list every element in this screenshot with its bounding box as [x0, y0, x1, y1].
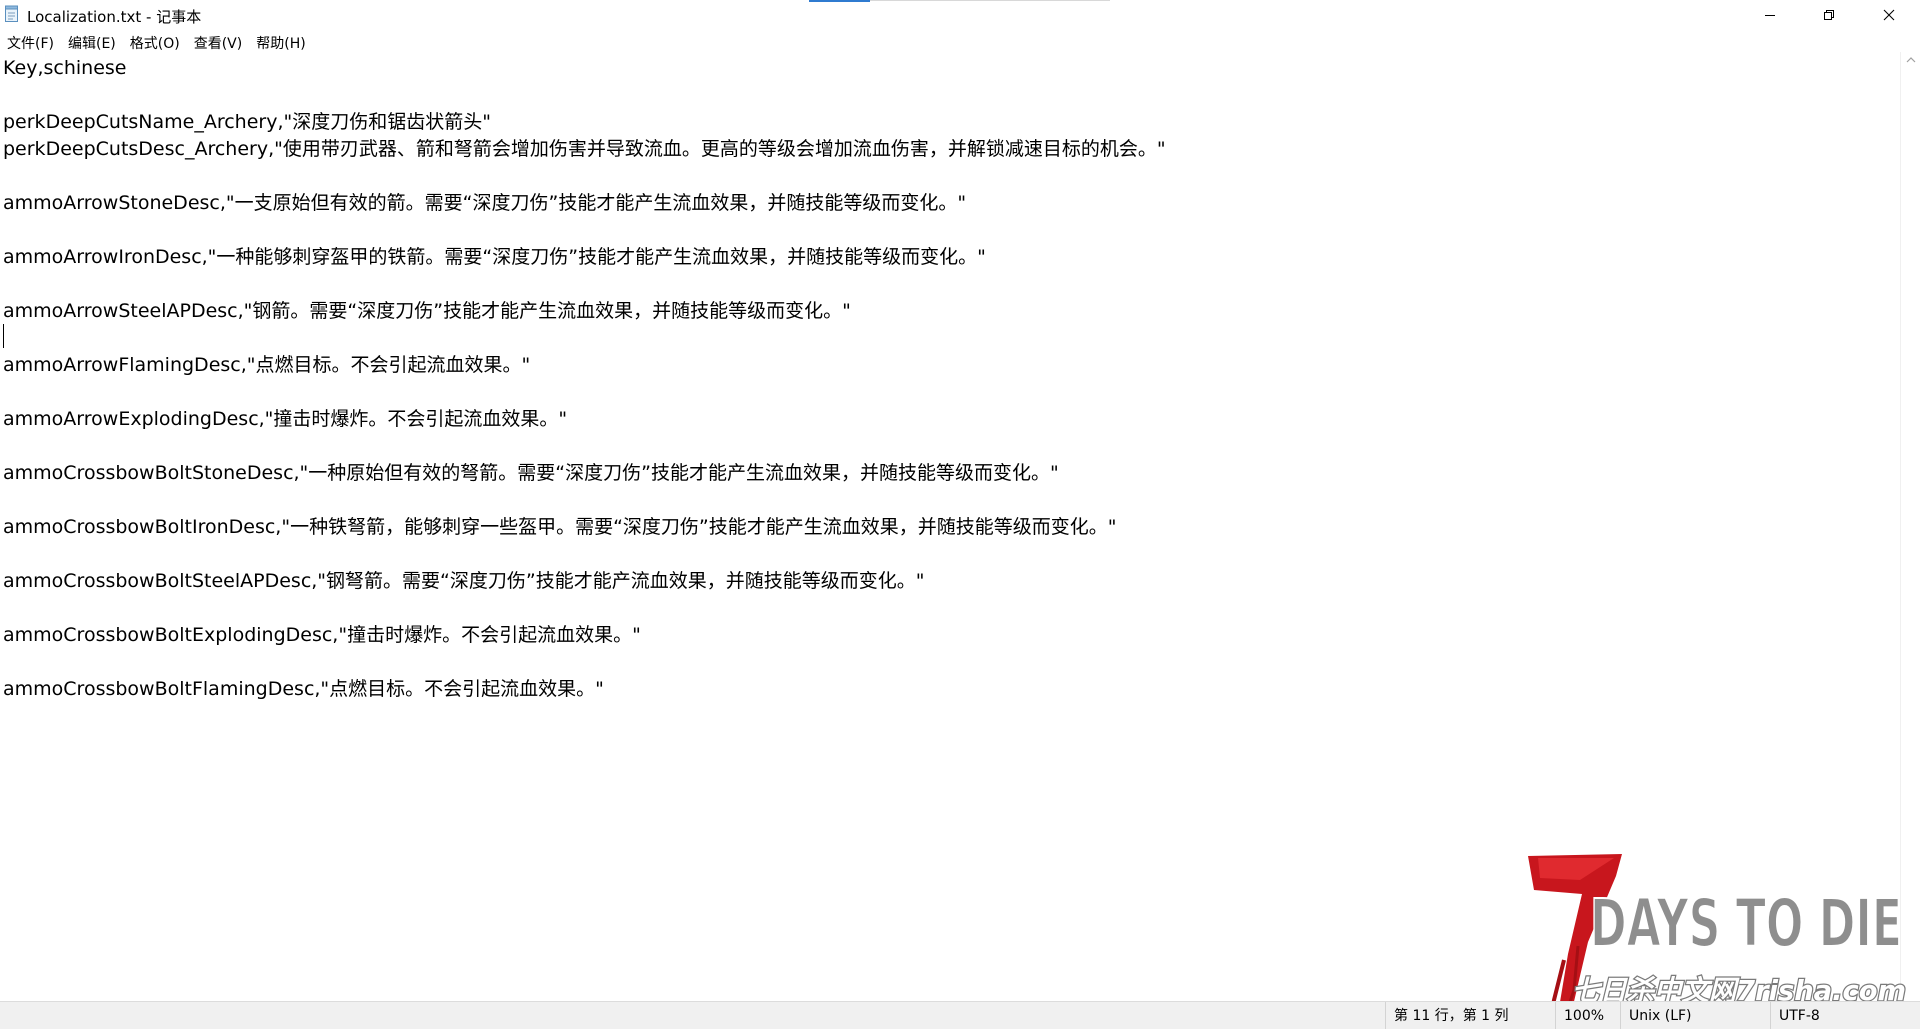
menu-bar: 文件(F) 编辑(E) 格式(O) 查看(V) 帮助(H): [0, 30, 1920, 52]
text-line: ammoCrossbowBoltExplodingDesc,"撞击时爆炸。不会引…: [3, 624, 641, 646]
text-line: ammoArrowSteelAPDesc,"钢箭。需要“深度刀伤”技能才能产生流…: [3, 300, 851, 322]
text-line: perkDeepCutsName_Archery,"深度刀伤和锯齿状箭头": [3, 111, 491, 133]
minimize-button[interactable]: [1741, 0, 1799, 30]
text-line: [3, 433, 1166, 460]
text-line: ammoArrowExplodingDesc,"撞击时爆炸。不会引起流血效果。": [3, 408, 568, 430]
minimize-icon: [1765, 15, 1775, 16]
file-encoding: UTF-8: [1770, 1002, 1920, 1029]
text-line: [3, 487, 1166, 514]
notepad-icon: [5, 5, 18, 22]
text-line: ammoCrossbowBoltStoneDesc,"一种原始但有效的弩箭。需要…: [3, 462, 1059, 484]
title-accent-bar: [809, 0, 870, 2]
text-line: Key,schinese: [3, 57, 127, 79]
zoom-level: 100%: [1555, 1002, 1624, 1029]
text-line: [3, 217, 1166, 244]
close-button[interactable]: [1860, 0, 1918, 30]
restore-icon: [1824, 10, 1834, 20]
notepad-window: Localization.txt - 记事本 文件(F) 编辑(E) 格式(O)…: [0, 0, 1920, 1029]
text-line: [3, 271, 1166, 298]
text-line: perkDeepCutsDesc_Archery,"使用带刃武器、箭和弩箭会增加…: [3, 138, 1166, 160]
text-line: ammoArrowFlamingDesc,"点燃目标。不会引起流血效果。": [3, 354, 531, 376]
menu-file[interactable]: 文件(F): [0, 30, 61, 52]
line-ending: Unix (LF): [1620, 1002, 1779, 1029]
menu-view[interactable]: 查看(V): [187, 30, 250, 52]
menu-help[interactable]: 帮助(H): [249, 30, 312, 52]
text-line: ammoCrossbowBoltIronDesc,"一种铁弩箭，能够刺穿一些盔甲…: [3, 516, 1117, 538]
title-bar[interactable]: Localization.txt - 记事本: [0, 0, 1920, 30]
text-line: ammoCrossbowBoltFlamingDesc,"点燃目标。不会引起流血…: [3, 678, 604, 700]
title-accent-line: [870, 0, 1110, 1]
text-line: [3, 82, 1166, 109]
text-caret: [3, 324, 4, 348]
text-line: [3, 541, 1166, 568]
cursor-position: 第 11 行，第 1 列: [1385, 1002, 1546, 1029]
svg-text:DAYS TO DIE: DAYS TO DIE: [1590, 885, 1902, 962]
status-bar: 第 11 行，第 1 列 100% Unix (LF) UTF-8: [0, 1001, 1920, 1029]
text-line: ammoCrossbowBoltSteelAPDesc,"钢弩箭。需要“深度刀伤…: [3, 570, 925, 592]
close-icon: [1883, 9, 1895, 21]
text-line: [3, 163, 1166, 190]
text-line: [3, 379, 1166, 406]
menu-edit[interactable]: 编辑(E): [61, 30, 123, 52]
text-line: [3, 649, 1166, 676]
text-line: ammoArrowStoneDesc,"一支原始但有效的箭。需要“深度刀伤”技能…: [3, 192, 967, 214]
restore-button[interactable]: [1800, 0, 1858, 30]
text-line: ammoArrowIronDesc,"一种能够刺穿盔甲的铁箭。需要“深度刀伤”技…: [3, 246, 986, 268]
text-line: [3, 595, 1166, 622]
chevron-up-icon[interactable]: [1906, 56, 1916, 64]
text-line: [3, 325, 1166, 352]
editor-content: Key,schinese perkDeepCutsName_Archery,"深…: [3, 55, 1166, 703]
menu-format[interactable]: 格式(O): [123, 30, 187, 52]
window-title: Localization.txt - 记事本: [27, 8, 202, 26]
